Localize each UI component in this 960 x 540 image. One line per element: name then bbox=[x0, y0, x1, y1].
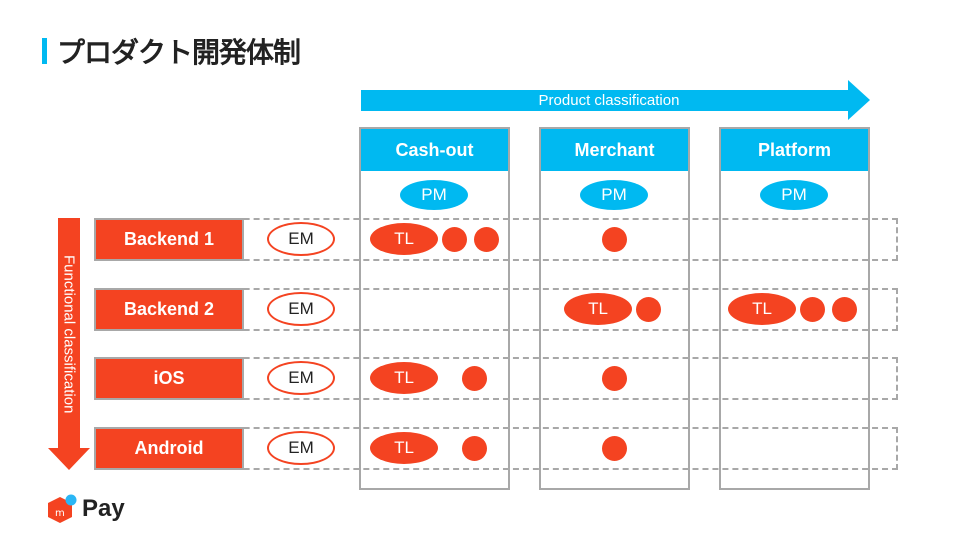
pm-badge: PM bbox=[400, 180, 468, 210]
product-axis-label: Product classification bbox=[538, 92, 680, 109]
arrow-down-icon bbox=[48, 448, 90, 470]
column-header: Platform bbox=[721, 129, 868, 171]
em-badge: EM bbox=[267, 222, 335, 256]
em-badge: EM bbox=[267, 292, 335, 326]
functional-axis-label: Functional classification bbox=[60, 254, 78, 414]
pm-badge: PM bbox=[760, 180, 828, 210]
title-accent-bar bbox=[42, 38, 47, 64]
column-header: Merchant bbox=[541, 129, 688, 171]
pm-badge: PM bbox=[580, 180, 648, 210]
row-label: Backend 2 bbox=[94, 288, 244, 331]
logo-text: Pay bbox=[82, 495, 125, 522]
em-badge: EM bbox=[267, 431, 335, 465]
merpay-logo-icon: m bbox=[48, 494, 77, 523]
em-badge: EM bbox=[267, 361, 335, 395]
page-title: プロダクト開発体制 bbox=[57, 36, 301, 69]
row-label: iOS bbox=[94, 357, 244, 400]
column-header: Cash-out bbox=[361, 129, 508, 171]
row-label: Backend 1 bbox=[94, 218, 244, 261]
row-label: Android bbox=[94, 427, 244, 470]
svg-text:m: m bbox=[55, 508, 65, 519]
